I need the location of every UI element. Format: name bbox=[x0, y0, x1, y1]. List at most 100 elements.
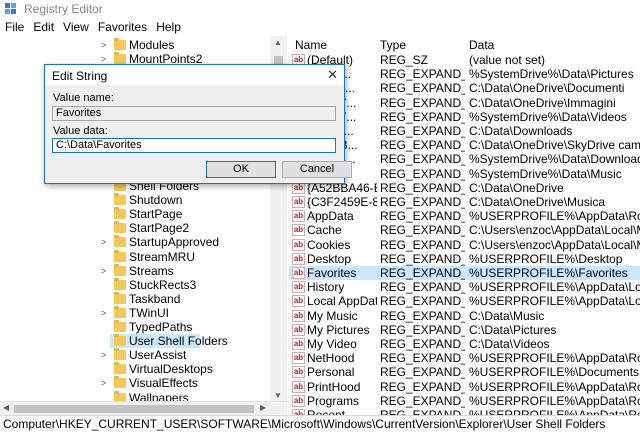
menu-file[interactable]: File bbox=[1, 19, 28, 34]
cell-type: REG_EXPAND_SZ bbox=[380, 166, 465, 181]
cell-type: REG_EXPAND_SZ bbox=[380, 251, 465, 266]
cell-name: AppData bbox=[307, 209, 354, 224]
tree-item[interactable]: > StartupApproved bbox=[0, 235, 270, 249]
tree-item[interactable]: StreamMRU bbox=[0, 249, 270, 264]
tree-item[interactable]: StuckRects3 bbox=[0, 277, 270, 292]
title-bar: Registry Editor bbox=[0, 0, 640, 19]
cell-type: REG_EXPAND_SZ bbox=[380, 67, 465, 82]
chevron-right-icon[interactable]: > bbox=[101, 306, 111, 320]
list-item[interactable]: ab{C3F2459E-80D6...REG_EXPAND_SZ C:\Data\… bbox=[289, 195, 640, 209]
close-icon[interactable]: ✕ bbox=[327, 67, 338, 83]
column-name[interactable]: Name bbox=[295, 38, 327, 52]
dialog-title: Edit String bbox=[52, 69, 108, 83]
string-value-icon: ab bbox=[292, 380, 305, 393]
list-item[interactable]: abPersonal REG_EXPAND_SZ %USERPROFILE%\Doc… bbox=[289, 365, 640, 379]
tree-item[interactable]: > Modules bbox=[0, 38, 270, 52]
cell-name: Favorites bbox=[307, 266, 357, 280]
chevron-right-icon[interactable]: > bbox=[101, 376, 111, 390]
cell-name: PrintHood bbox=[307, 379, 361, 394]
tree-item[interactable]: > VisualEffects bbox=[0, 376, 270, 390]
value-data-input[interactable]: C:\Data\Favorites bbox=[52, 138, 336, 153]
chevron-right-icon[interactable]: > bbox=[101, 235, 111, 249]
ok-button[interactable]: OK bbox=[206, 161, 276, 178]
folder-icon bbox=[114, 52, 126, 65]
tree-item[interactable]: VirtualDesktops bbox=[0, 362, 270, 376]
list-header: Name Type Data bbox=[289, 36, 640, 52]
list-item[interactable]: abPrintHood REG_EXPAND_SZ %USERPROFILE%\Ap… bbox=[289, 380, 640, 394]
folder-icon bbox=[114, 235, 126, 248]
tree-item[interactable]: StartPage2 bbox=[0, 221, 270, 235]
chevron-right-icon[interactable]: > bbox=[101, 348, 111, 362]
menu-favorites[interactable]: Favorites bbox=[94, 19, 151, 34]
cell-data: %USERPROFILE%\AppData\Roaming\Micro bbox=[469, 393, 640, 408]
folder-icon bbox=[114, 305, 126, 318]
tree-item-label: TWinUI bbox=[129, 305, 169, 320]
list-item[interactable]: abMy Video REG_EXPAND_SZ C:\Data\Videos bbox=[289, 337, 640, 351]
scroll-left-icon[interactable]: ◀ bbox=[3, 403, 9, 412]
cell-type: REG_SZ bbox=[380, 53, 429, 67]
tree-item[interactable]: Shutdown bbox=[0, 193, 270, 207]
chevron-right-icon[interactable]: > bbox=[101, 264, 111, 278]
cell-data: C:\Data\OneDrive\Documenti bbox=[469, 81, 625, 96]
string-value-icon: ab bbox=[292, 309, 305, 322]
folder-icon bbox=[114, 291, 126, 304]
list-item[interactable]: abMy Music REG_EXPAND_SZ C:\Data\Music bbox=[289, 309, 640, 323]
menu-help[interactable]: Help bbox=[152, 19, 185, 34]
list-item[interactable]: abPrograms REG_EXPAND_SZ %USERPROFILE%\App… bbox=[289, 394, 640, 408]
scroll-right-icon[interactable]: ▶ bbox=[260, 403, 266, 412]
cell-data: (value not set) bbox=[469, 53, 546, 67]
list-item[interactable]: abCookies REG_EXPAND_SZ C:\Users\enzoc\App… bbox=[289, 238, 640, 252]
list-item[interactable]: abNetHood REG_EXPAND_SZ %USERPROFILE%\AppD… bbox=[289, 351, 640, 365]
list-item[interactable]: abMy Pictures REG_EXPAND_SZ C:\Data\Pictur… bbox=[289, 323, 640, 337]
chevron-right-icon[interactable]: > bbox=[101, 38, 111, 52]
menu-edit[interactable]: Edit bbox=[29, 19, 58, 34]
status-bar-path: Computer\HKEY_CURRENT_USER\SOFTWARE\Micr… bbox=[0, 415, 640, 433]
cell-type: REG_EXPAND_SZ bbox=[380, 152, 465, 167]
tree-horizontal-scrollbar[interactable]: ◀ ▶ bbox=[0, 401, 287, 415]
tree-item-label: StreamMRU bbox=[129, 249, 196, 264]
tree-item[interactable]: Taskband bbox=[0, 291, 270, 306]
string-value-icon: ab bbox=[292, 394, 305, 407]
tree-item[interactable]: TypedPaths bbox=[0, 320, 270, 334]
tree-item[interactable]: > UserAssist bbox=[0, 348, 270, 362]
tree-item[interactable]: User Shell Folders bbox=[110, 334, 228, 349]
tree-item[interactable]: StartPage bbox=[0, 207, 270, 221]
cell-data: %USERPROFILE%\Desktop bbox=[469, 251, 623, 266]
cell-name: {C3F2459E-80D6... bbox=[307, 195, 377, 209]
cell-type: REG_EXPAND_SZ bbox=[380, 308, 465, 323]
menu-bar: File Edit View Favorites Help bbox=[0, 19, 640, 36]
list-item[interactable]: abDesktop REG_EXPAND_SZ %USERPROFILE%\Desk… bbox=[289, 252, 640, 266]
cell-type: REG_EXPAND_SZ bbox=[380, 337, 465, 351]
list-item[interactable]: abRecentREG_EXPAND_SZ%USERPROFILE%\AppDa… bbox=[289, 408, 640, 415]
tree-item-label: StartPage2 bbox=[129, 221, 190, 236]
list-item[interactable]: abHistory REG_EXPAND_SZ %USERPROFILE%\AppD… bbox=[289, 280, 640, 294]
tree-item-label: UserAssist bbox=[129, 348, 187, 363]
tree-item[interactable]: > Streams bbox=[0, 263, 270, 278]
list-item[interactable]: abAppData REG_EXPAND_SZ %USERPROFILE%\AppD… bbox=[289, 209, 640, 223]
scroll-thumb[interactable] bbox=[14, 405, 254, 413]
folder-icon bbox=[114, 38, 126, 50]
menu-view[interactable]: View bbox=[59, 19, 93, 34]
tree-item-label: User Shell Folders bbox=[129, 334, 228, 349]
cell-data: %SystemDrive%\Data\Videos bbox=[469, 109, 627, 124]
folder-icon bbox=[114, 249, 126, 262]
cell-name: History bbox=[307, 280, 345, 295]
cell-name: My Video bbox=[307, 337, 357, 351]
list-item[interactable]: abCache REG_EXPAND_SZ C:\Users\enzoc\AppDa… bbox=[289, 223, 640, 237]
scroll-down-icon[interactable]: ▼ bbox=[274, 391, 282, 400]
cell-data: %SystemDrive%\Data\Music bbox=[469, 166, 622, 181]
scroll-up-icon[interactable]: ▲ bbox=[274, 38, 282, 47]
cell-data: C:\Data\Music bbox=[469, 308, 545, 323]
tree-item[interactable]: > TWinUI bbox=[0, 305, 270, 320]
cell-type: REG_EXPAND_SZ bbox=[380, 266, 465, 280]
column-type[interactable]: Type bbox=[380, 38, 406, 52]
cell-data: C:\Data\OneDrive\Immagini bbox=[469, 95, 616, 110]
tree-item-label: StartPage bbox=[129, 207, 183, 222]
folder-icon bbox=[114, 334, 126, 347]
cancel-button[interactable]: Cancel bbox=[282, 161, 352, 178]
column-data[interactable]: Data bbox=[469, 38, 494, 52]
list-item[interactable]: abFavorites REG_EXPAND_SZ %USERPROFILE%\Fa… bbox=[289, 266, 640, 280]
cell-data: %USERPROFILE%\AppData\Roaming\Micro bbox=[469, 408, 640, 415]
string-value-icon: ab bbox=[292, 295, 305, 308]
list-item[interactable]: abLocal AppDataREG_EXPAND_SZ %USERPROFILE… bbox=[289, 294, 640, 308]
